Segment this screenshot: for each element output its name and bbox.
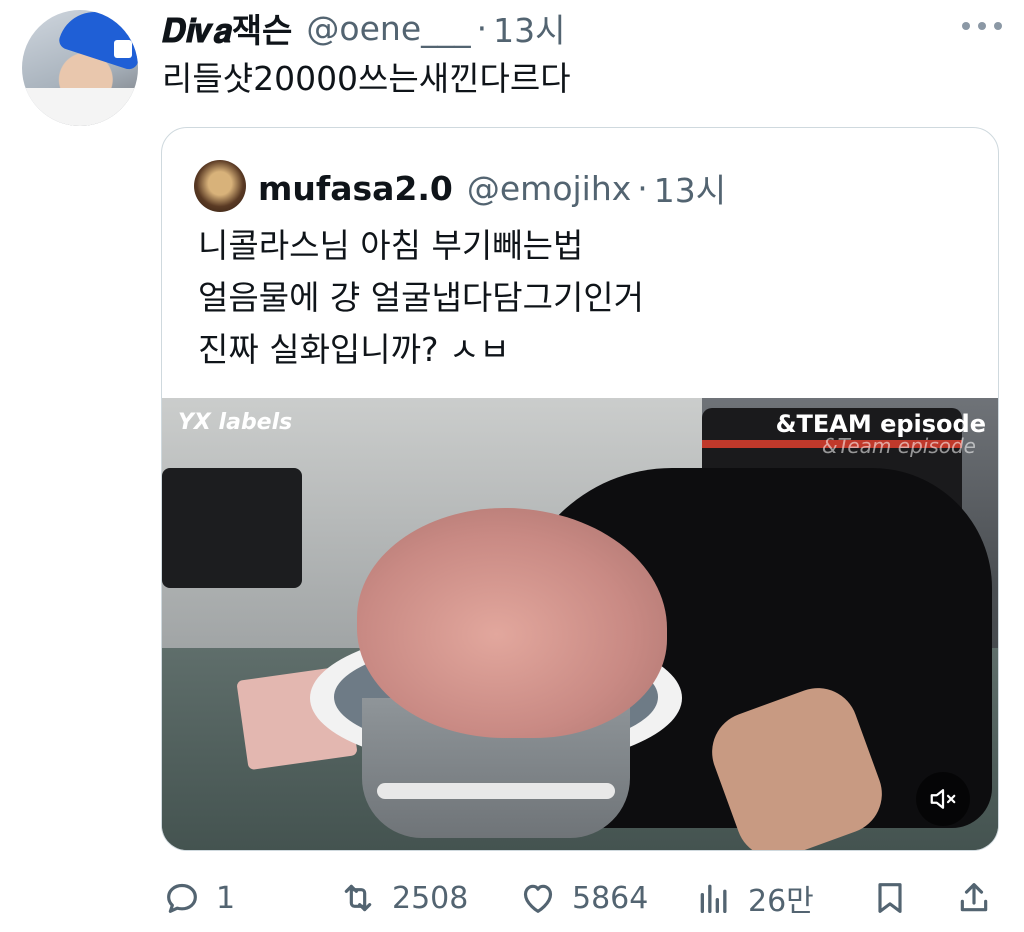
speaker-muted-icon (930, 789, 956, 809)
more-dot (994, 22, 1002, 30)
avatar-cap-badge (114, 40, 132, 58)
retweet-button[interactable]: 2508 (338, 872, 468, 924)
quoted-tweet-line: 얼음물에 걍 얼굴냅다담그기인거 (198, 278, 645, 317)
tweet-time[interactable]: 13시 (493, 4, 565, 52)
quoted-tweet-line: 진짜 실화입니까? ㅅㅂ (198, 330, 510, 369)
author-avatar[interactable] (22, 10, 138, 126)
quoted-author-handle[interactable]: @emojihx (467, 169, 631, 208)
more-dot (978, 22, 986, 30)
like-button[interactable]: 5864 (518, 872, 648, 924)
video-bowl-band (377, 783, 615, 799)
quoted-tweet-time[interactable]: 13시 (654, 164, 726, 212)
like-count: 5864 (572, 880, 649, 916)
reply-icon (167, 883, 197, 913)
views-chart-icon (700, 884, 727, 913)
tweet-header: 𝑫𝒊𝒗𝒂잭슨 @oene___ · 13시 (162, 4, 566, 52)
quoted-video[interactable]: YX labels &TEAM episode &Team episode (162, 398, 998, 850)
reply-button[interactable]: 1 (162, 872, 235, 924)
more-dot (962, 22, 970, 30)
quoted-tweet-text: 니콜라스님 아침 부기빼는법 얼음물에 걍 얼굴냅다담그기인거 진짜 실화입니까… (198, 220, 644, 376)
quoted-author-display-name[interactable]: mufasa2.0 (258, 169, 453, 208)
views-button[interactable]: 26만 (694, 872, 814, 924)
quoted-header-separator: · (637, 168, 648, 208)
video-watermark-subtitle: &Team episode (822, 434, 976, 458)
video-equipment-case (162, 468, 302, 588)
tweet-text: 리들샷20000쓰는새낀다르다 (162, 59, 571, 98)
views-count: 26만 (748, 884, 814, 919)
quoted-tweet[interactable]: mufasa2.0 @emojihx · 13시 니콜라스님 아침 부기빼는법 … (161, 127, 999, 851)
header-separator: · (476, 8, 488, 48)
author-handle[interactable]: @oene___ (306, 9, 470, 48)
reply-count: 1 (216, 880, 236, 916)
avatar-shirt (22, 88, 138, 126)
share-button[interactable] (954, 872, 994, 924)
retweet-count: 2508 (392, 880, 469, 916)
tweet-action-bar: 1 2508 5864 26만 (160, 872, 1000, 924)
retweet-icon (344, 884, 372, 912)
heart-icon (523, 884, 553, 913)
author-display-name[interactable]: 𝑫𝒊𝒗𝒂잭슨 (162, 4, 292, 52)
quoted-author-avatar[interactable] (194, 160, 246, 212)
quoted-tweet-header: mufasa2.0 @emojihx · 13시 (258, 164, 726, 212)
bookmark-icon (878, 883, 902, 913)
more-options-icon[interactable] (962, 20, 1002, 32)
mute-button[interactable] (916, 772, 970, 826)
quoted-tweet-line: 니콜라스님 아침 부기빼는법 (198, 226, 584, 265)
bookmark-button[interactable] (870, 872, 910, 924)
share-icon (960, 883, 988, 912)
video-watermark-logo: YX labels (178, 410, 293, 435)
